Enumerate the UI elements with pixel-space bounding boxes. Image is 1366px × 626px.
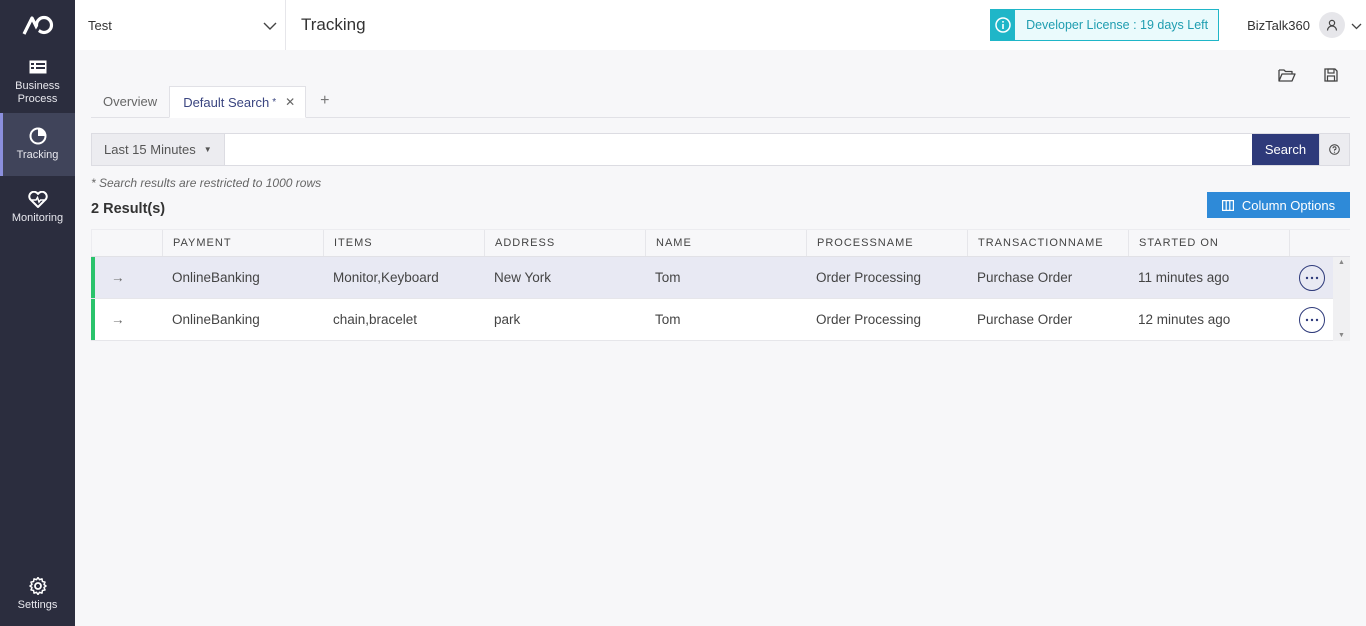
gear-icon (28, 577, 47, 595)
column-options-label: Column Options (1241, 197, 1336, 213)
tab-bar: Overview Default Search * ✕ + (91, 86, 1350, 118)
app-logo[interactable] (0, 0, 75, 50)
unsaved-marker: * (272, 96, 277, 108)
search-button[interactable]: Search (1252, 134, 1319, 165)
cell-items: Monitor,Keyboard (333, 270, 439, 285)
column-header-payment[interactable]: PAYMENT (162, 230, 323, 256)
tab-label: Default Search (183, 94, 270, 110)
row-expand-arrow-icon[interactable]: → (91, 257, 162, 298)
column-header-name[interactable]: NAME (645, 230, 806, 256)
license-text: Developer License : 19 days Left (1026, 18, 1209, 32)
sidebar-item-settings[interactable]: Settings (0, 563, 75, 626)
cell-payment: OnlineBanking (172, 270, 260, 285)
save-icon[interactable] (1324, 68, 1338, 82)
top-header: Test Tracking Developer License : 19 day… (75, 0, 1366, 50)
more-options-icon[interactable] (1299, 306, 1325, 333)
scroll-up-icon[interactable]: ▲ (1338, 259, 1345, 266)
table-row[interactable]: → OnlineBanking chain,bracelet park Tom … (91, 299, 1350, 341)
chevron-down-icon (263, 18, 277, 33)
info-icon (991, 10, 1016, 40)
cell-address: New York (494, 270, 552, 285)
sidebar-item-label: Monitoring (11, 212, 64, 224)
license-badge[interactable]: Developer License : 19 days Left (990, 9, 1220, 41)
column-header-started-on[interactable]: STARTED ON (1128, 230, 1289, 256)
monitoring-icon (27, 190, 48, 208)
time-range-dropdown[interactable]: Last 15 Minutes ▼ (92, 134, 225, 165)
cell-name: Tom (655, 312, 681, 327)
business-process-icon (29, 58, 47, 76)
user-name: BizTalk360 (1247, 17, 1310, 33)
columns-icon (1221, 199, 1234, 211)
cell-processname: Order Processing (816, 312, 922, 327)
column-header-actions (1289, 230, 1329, 256)
result-limit-note: * Search results are restricted to 1000 … (91, 176, 322, 190)
cell-transactionname: Purchase Order (977, 312, 1073, 327)
search-input[interactable] (225, 134, 1252, 165)
sidebar-item-tracking[interactable]: Tracking (0, 113, 75, 176)
row-actions (1289, 257, 1329, 298)
table-row[interactable]: → OnlineBanking Monitor,Keyboard New Yor… (91, 257, 1350, 299)
page-title: Tracking (301, 15, 366, 34)
sidebar-item-business-process[interactable]: Business Process (0, 50, 75, 113)
add-tab-button[interactable]: + (306, 85, 343, 117)
logo-icon (22, 15, 53, 35)
cell-address: park (494, 312, 521, 327)
help-icon[interactable] (1319, 134, 1349, 165)
cell-started-on: 11 minutes ago (1138, 270, 1230, 285)
chevron-down-icon (1351, 18, 1362, 33)
results-count: 2 Result(s) (91, 201, 166, 217)
close-icon[interactable]: ✕ (285, 95, 295, 109)
table-header: PAYMENT ITEMS ADDRESS NAME PROCESSNAME T… (91, 229, 1350, 257)
tab-label: Overview (103, 93, 158, 109)
time-range-value: Last 15 Minutes (104, 142, 196, 157)
cell-name: Tom (655, 270, 681, 285)
cell-processname: Order Processing (816, 270, 922, 285)
scroll-down-icon[interactable]: ▼ (1338, 332, 1345, 339)
table-header-spacer (91, 230, 162, 256)
tab-default-search[interactable]: Default Search * ✕ (169, 86, 307, 118)
avatar (1319, 12, 1345, 38)
sidebar-item-label: Settings (17, 599, 58, 611)
column-header-processname[interactable]: PROCESSNAME (806, 230, 967, 256)
results-table: PAYMENT ITEMS ADDRESS NAME PROCESSNAME T… (91, 229, 1350, 341)
column-options-button[interactable]: Column Options (1207, 192, 1350, 218)
cell-payment: OnlineBanking (172, 312, 260, 327)
sidebar-item-label: Tracking (16, 149, 59, 161)
user-menu[interactable]: BizTalk360 (1247, 12, 1362, 38)
environment-select[interactable]: Test (75, 0, 286, 50)
row-expand-arrow-icon[interactable]: → (91, 299, 162, 340)
open-folder-icon[interactable] (1278, 68, 1296, 82)
caret-down-icon: ▼ (203, 145, 212, 154)
cell-items: chain,bracelet (333, 312, 418, 327)
sidebar: Business Process Tracking Monitoring Set… (0, 0, 75, 626)
more-options-icon[interactable] (1299, 264, 1325, 291)
table-scrollbar[interactable]: ▲ ▼ (1333, 257, 1350, 341)
row-actions (1289, 299, 1329, 340)
search-bar: Last 15 Minutes ▼ Search (91, 133, 1350, 166)
tab-overview[interactable]: Overview (91, 85, 169, 117)
cell-started-on: 12 minutes ago (1138, 312, 1231, 327)
cell-transactionname: Purchase Order (977, 270, 1073, 285)
column-header-transactionname[interactable]: TRANSACTIONNAME (967, 230, 1128, 256)
sidebar-item-label: Business Process (15, 79, 60, 105)
environment-value: Test (88, 17, 112, 33)
query-toolbar (1278, 68, 1338, 82)
sidebar-item-monitoring[interactable]: Monitoring (0, 176, 75, 239)
column-header-items[interactable]: ITEMS (323, 230, 484, 256)
user-icon (1326, 19, 1338, 31)
column-header-address[interactable]: ADDRESS (484, 230, 645, 256)
tracking-icon (29, 127, 47, 145)
